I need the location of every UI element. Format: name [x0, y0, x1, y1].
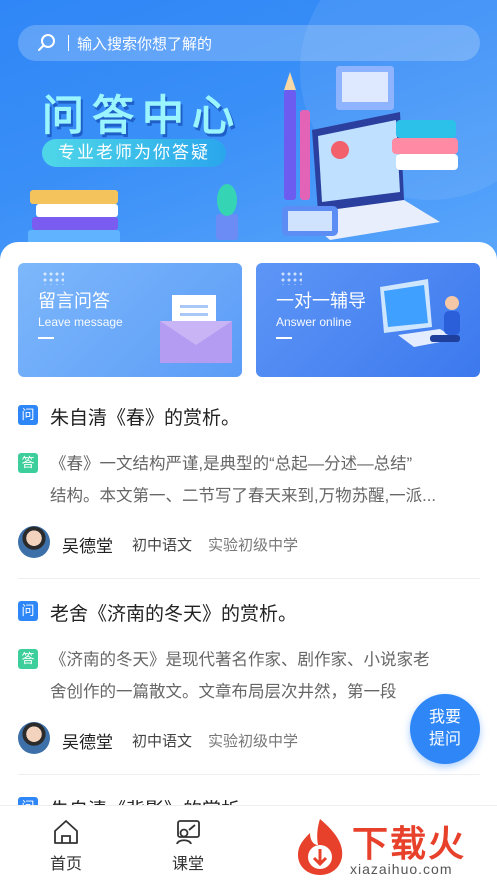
phone-icon: [282, 206, 338, 236]
watermark: 下载火 xiazaihuo.com: [290, 815, 497, 883]
avatar[interactable]: [18, 526, 50, 558]
hero-banner: 输入搜索你想了解的 问答中心 专业老师为你答疑: [0, 0, 497, 262]
teacher-subject: 初中语文: [132, 537, 193, 554]
entry-dash: [38, 337, 54, 339]
answer-badge: 答: [18, 649, 38, 669]
answer-line: 结构。本文第一、二节写了春天来到,万物苏醒,一派...: [50, 487, 436, 505]
fab-line-1: 我要: [428, 709, 461, 726]
tab-label: 首页: [49, 856, 82, 873]
teacher-name: 吴德堂: [62, 537, 113, 556]
tab-home[interactable]: 首页: [36, 818, 96, 874]
leave-message-card[interactable]: 留言问答 Leave message: [18, 263, 242, 377]
question-badge: 问: [18, 405, 38, 425]
computer-person-icon: [380, 279, 460, 347]
plant-icon: [216, 184, 238, 240]
question-item[interactable]: 问 朱自清《春》的赏析。 答 《春》一文结构严谨,是典型的“总起—分述—总结” …: [18, 400, 480, 570]
entry-subtitle: Leave message: [38, 315, 123, 329]
teacher-name: 吴德堂: [62, 733, 113, 752]
classroom-icon: [176, 820, 200, 845]
tab-classroom[interactable]: 课堂: [158, 818, 218, 874]
divider: [18, 774, 480, 775]
question-title[interactable]: 朱自清《春》的赏析。: [50, 403, 240, 430]
teacher-school: 实验初级中学: [208, 537, 299, 554]
entry-subtitle: Answer online: [276, 315, 352, 329]
home-icon: [54, 820, 78, 844]
question-badge: 问: [18, 601, 38, 621]
teacher-school: 实验初级中学: [208, 733, 299, 750]
one-on-one-card[interactable]: 一对一辅导 Answer online: [256, 263, 480, 377]
pencil-icon: [284, 72, 310, 200]
tab-label: 课堂: [171, 856, 204, 873]
stack-icon: [392, 120, 458, 170]
teacher-subject: 初中语文: [132, 733, 193, 750]
entry-title: 留言问答: [38, 291, 110, 311]
dots-decoration: [42, 271, 64, 285]
watermark-url: xiazaihuo.com: [350, 861, 453, 877]
answer-line: 舍创作的一篇散文。文章布局层次井然，第一段: [50, 683, 397, 701]
avatar[interactable]: [18, 722, 50, 754]
entry-dash: [276, 337, 292, 339]
envelope-icon: [160, 295, 232, 363]
dots-decoration: [280, 271, 302, 285]
question-title[interactable]: 老舍《济南的冬天》的赏析。: [50, 599, 297, 626]
answer-line: 《春》一文结构严谨,是典型的“总起—分述—总结”: [50, 455, 413, 473]
ask-question-button[interactable]: 我要 提问: [410, 694, 480, 764]
answer-line: 《济南的冬天》是现代著名作家、剧作家、小说家老: [50, 651, 430, 669]
entry-title: 一对一辅导: [276, 291, 366, 311]
monitor-icon: [336, 66, 394, 110]
watermark-text: 下载火: [352, 824, 467, 865]
divider: [18, 578, 480, 579]
fab-line-2: 提问: [428, 731, 461, 748]
flame-logo-icon: [298, 819, 343, 875]
question-item[interactable]: 问 老舍《济南的冬天》的赏析。 答 《济南的冬天》是现代著名作家、剧作家、小说家…: [18, 596, 480, 766]
hero-illustration: [28, 66, 458, 244]
books-icon: [28, 190, 120, 244]
answer-badge: 答: [18, 453, 38, 473]
